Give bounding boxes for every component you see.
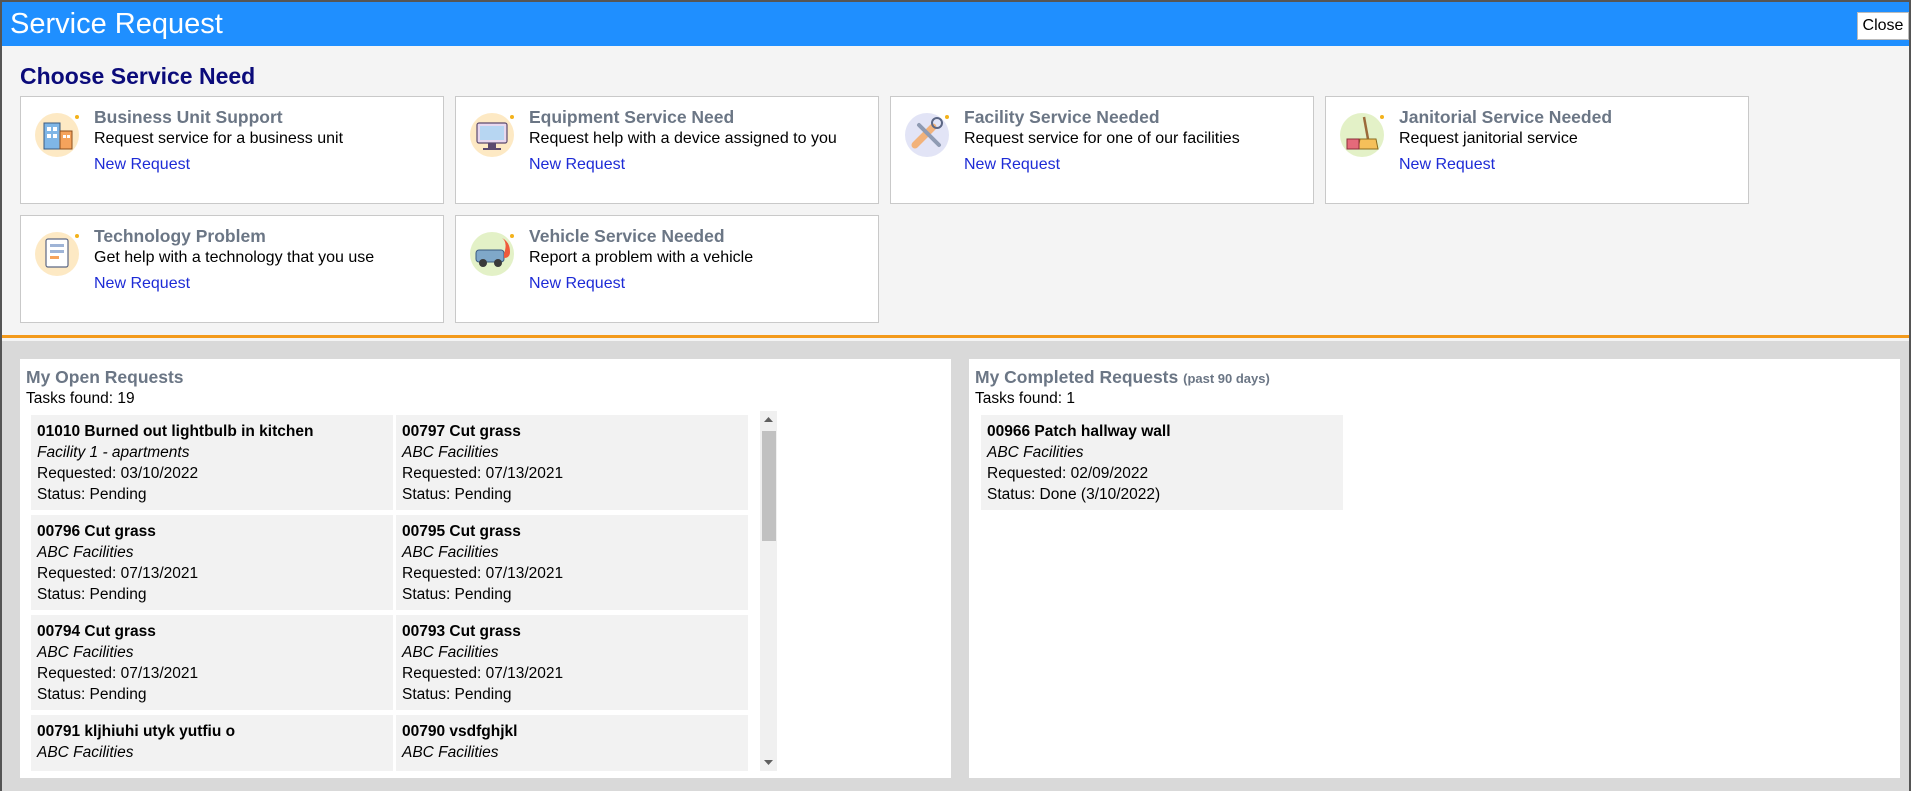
- card-description: Report a problem with a vehicle: [529, 249, 754, 266]
- service-request-window: Service Request Close Choose Service Nee…: [0, 0, 1911, 791]
- service-card-technology: Technology Problem Get help with a techn…: [20, 215, 444, 323]
- card-description: Get help with a technology that you use: [94, 249, 375, 266]
- new-request-link[interactable]: New Request: [1399, 156, 1495, 174]
- task-id-title: 01010 Burned out lightbulb in kitchen: [37, 423, 314, 440]
- window-title: Service Request: [10, 8, 223, 40]
- facility-tools-icon: [903, 109, 953, 159]
- task-status: Status: Pending: [402, 486, 512, 503]
- new-request-link[interactable]: New Request: [529, 156, 625, 174]
- open-requests-list[interactable]: 01010 Burned out lightbulb in kitchen Fa…: [26, 415, 748, 771]
- task-card[interactable]: 00793 Cut grass ABC Facilities Requested…: [396, 615, 748, 710]
- task-location: ABC Facilities: [37, 644, 134, 661]
- task-status: Status: Pending: [402, 586, 512, 603]
- completed-requests-count: Tasks found: 1: [975, 390, 1075, 407]
- completed-requests-title: My Completed Requests (past 90 days): [975, 367, 1270, 388]
- service-card-business-unit: Business Unit Support Request service fo…: [20, 96, 444, 204]
- service-card-janitorial: Janitorial Service Needed Request janito…: [1325, 96, 1749, 204]
- task-requested: Requested: 07/13/2021: [402, 665, 564, 682]
- task-card[interactable]: 00794 Cut grass ABC Facilities Requested…: [31, 615, 393, 710]
- task-requested: Requested: 07/13/2021: [37, 565, 199, 582]
- task-card[interactable]: 00797 Cut grass ABC Facilities Requested…: [396, 415, 748, 510]
- task-location: ABC Facilities: [987, 444, 1084, 461]
- scroll-up-arrow-icon[interactable]: [760, 411, 777, 428]
- task-id-title: 00797 Cut grass: [402, 423, 521, 440]
- open-requests-panel: My Open Requests Tasks found: 19 01010 B…: [20, 359, 951, 778]
- task-card[interactable]: 00791 kljhiuhi utyk yutfiu o ABC Facilit…: [31, 715, 393, 771]
- card-title: Facility Service Needed: [964, 107, 1160, 127]
- card-description: Request janitorial service: [1399, 130, 1578, 147]
- card-title: Equipment Service Need: [529, 107, 735, 127]
- card-description: Request service for a business unit: [94, 130, 344, 147]
- task-location: ABC Facilities: [37, 744, 134, 761]
- task-status: Status: Done (3/10/2022): [987, 486, 1161, 503]
- task-status: Status: Pending: [37, 586, 147, 603]
- new-request-link[interactable]: New Request: [94, 275, 190, 293]
- card-description: Request service for one of our facilitie…: [964, 130, 1240, 147]
- completed-title-suffix: (past 90 days): [1183, 371, 1270, 386]
- card-description: Request help with a device assigned to y…: [529, 130, 837, 147]
- task-location: ABC Facilities: [402, 744, 499, 761]
- service-card-facility: Facility Service Needed Request service …: [890, 96, 1314, 204]
- completed-title-text: My Completed Requests: [975, 367, 1179, 387]
- task-card[interactable]: 00966 Patch hallway wall ABC Facilities …: [981, 415, 1343, 510]
- task-location: ABC Facilities: [402, 644, 499, 661]
- card-title: Vehicle Service Needed: [529, 226, 725, 246]
- equipment-icon: [468, 109, 518, 159]
- task-status: Status: Pending: [37, 486, 147, 503]
- open-requests-scrollbar[interactable]: [760, 411, 777, 771]
- title-bar: Service Request Close: [2, 2, 1909, 46]
- task-status: Status: Pending: [402, 686, 512, 703]
- task-location: ABC Facilities: [402, 544, 499, 561]
- task-id-title: 00796 Cut grass: [37, 523, 156, 540]
- task-id-title: 00795 Cut grass: [402, 523, 521, 540]
- task-status: Status: Pending: [37, 686, 147, 703]
- technology-icon: [33, 228, 83, 278]
- task-id-title: 00791 kljhiuhi utyk yutfiu o: [37, 723, 236, 740]
- scrollbar-thumb[interactable]: [762, 431, 776, 541]
- task-requested: Requested: 07/13/2021: [402, 465, 564, 482]
- task-location: ABC Facilities: [37, 544, 134, 561]
- completed-requests-panel: My Completed Requests (past 90 days) Tas…: [969, 359, 1900, 778]
- task-card[interactable]: 00796 Cut grass ABC Facilities Requested…: [31, 515, 393, 610]
- scroll-down-arrow-icon[interactable]: [760, 754, 777, 771]
- card-title: Business Unit Support: [94, 107, 283, 127]
- task-location: ABC Facilities: [402, 444, 499, 461]
- vehicle-icon: [468, 228, 518, 278]
- task-requested: Requested: 07/13/2021: [402, 565, 564, 582]
- requests-area: My Open Requests Tasks found: 19 01010 B…: [2, 341, 1909, 791]
- choose-service-section: Choose Service Need Business Unit Suppor…: [2, 46, 1909, 338]
- task-card[interactable]: 00795 Cut grass ABC Facilities Requested…: [396, 515, 748, 610]
- service-card-equipment: Equipment Service Need Request help with…: [455, 96, 879, 204]
- open-requests-count: Tasks found: 19: [26, 390, 135, 407]
- business-unit-icon: [33, 109, 83, 159]
- open-requests-title: My Open Requests: [26, 367, 184, 387]
- close-button[interactable]: Close: [1857, 12, 1909, 40]
- task-location: Facility 1 - apartments: [37, 444, 190, 461]
- task-requested: Requested: 02/09/2022: [987, 465, 1149, 482]
- new-request-link[interactable]: New Request: [529, 275, 625, 293]
- task-card[interactable]: 00790 vsdfghjkl ABC Facilities: [396, 715, 748, 771]
- task-id-title: 00793 Cut grass: [402, 623, 521, 640]
- card-title: Janitorial Service Needed: [1399, 107, 1613, 127]
- task-id-title: 00794 Cut grass: [37, 623, 156, 640]
- card-title: Technology Problem: [94, 226, 266, 246]
- task-requested: Requested: 07/13/2021: [37, 665, 199, 682]
- new-request-link[interactable]: New Request: [94, 156, 190, 174]
- task-id-title: 00790 vsdfghjkl: [402, 723, 518, 740]
- task-requested: Requested: 03/10/2022: [37, 465, 199, 482]
- task-card[interactable]: 01010 Burned out lightbulb in kitchen Fa…: [31, 415, 393, 510]
- section-heading: Choose Service Need: [20, 63, 256, 89]
- new-request-link[interactable]: New Request: [964, 156, 1060, 174]
- service-card-vehicle: Vehicle Service Needed Report a problem …: [455, 215, 879, 323]
- janitorial-icon: [1338, 109, 1388, 159]
- task-id-title: 00966 Patch hallway wall: [987, 423, 1171, 440]
